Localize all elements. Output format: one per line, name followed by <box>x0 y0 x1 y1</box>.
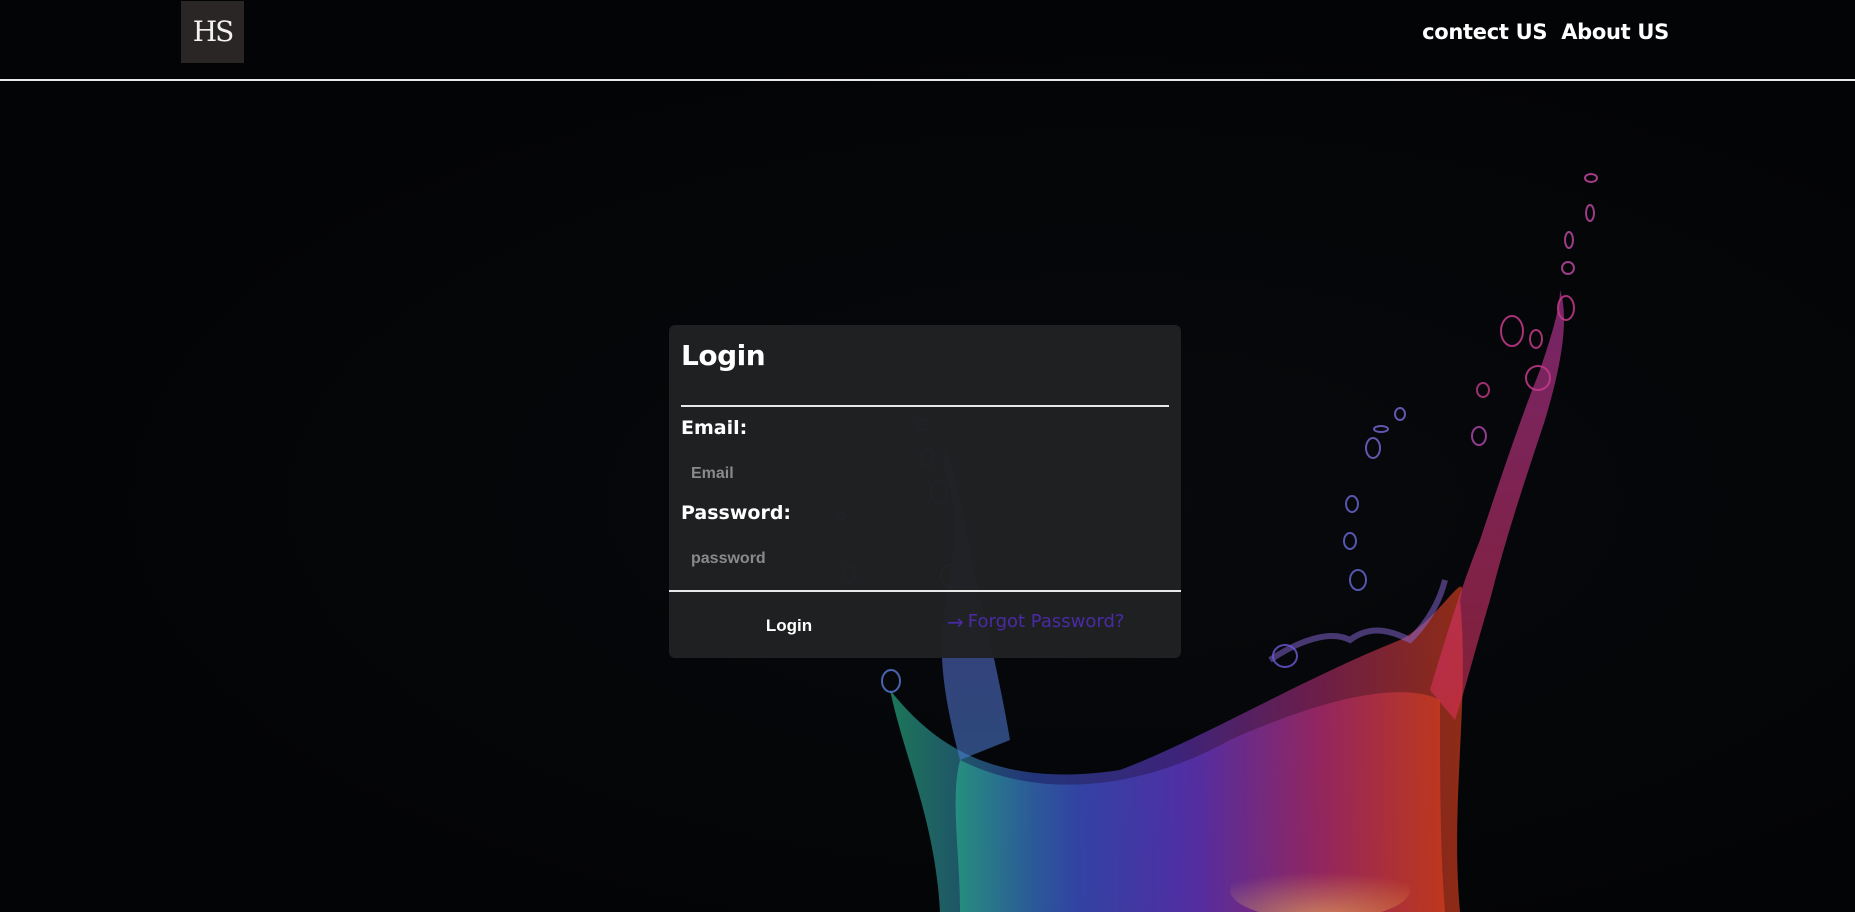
logo-text: HS <box>192 15 235 48</box>
password-label: Password: <box>681 502 792 524</box>
forgot-password-label: Forgot Password? <box>967 611 1125 632</box>
email-label: Email: <box>681 417 748 439</box>
title-divider <box>681 405 1169 407</box>
site-logo[interactable]: HS <box>181 1 244 63</box>
footer-divider <box>669 590 1181 592</box>
top-nav: contect US About US <box>1422 20 1669 44</box>
nav-link-contact-us[interactable]: contect US <box>1422 20 1547 44</box>
nav-link-about-us[interactable]: About US <box>1561 20 1669 44</box>
forgot-password-link[interactable]: → Forgot Password? <box>947 611 1124 632</box>
site-header: HS contect US About US <box>0 0 1855 81</box>
arrow-right-icon: → <box>947 609 964 634</box>
login-page: HS contect US About US Login Email: Pass… <box>0 0 1855 912</box>
email-input[interactable] <box>681 459 1161 489</box>
login-title: Login <box>681 339 766 372</box>
login-button[interactable]: Login <box>739 611 839 641</box>
password-input[interactable] <box>681 544 1161 574</box>
login-card: Login Email: Password: Login → Forgot Pa… <box>669 325 1181 658</box>
